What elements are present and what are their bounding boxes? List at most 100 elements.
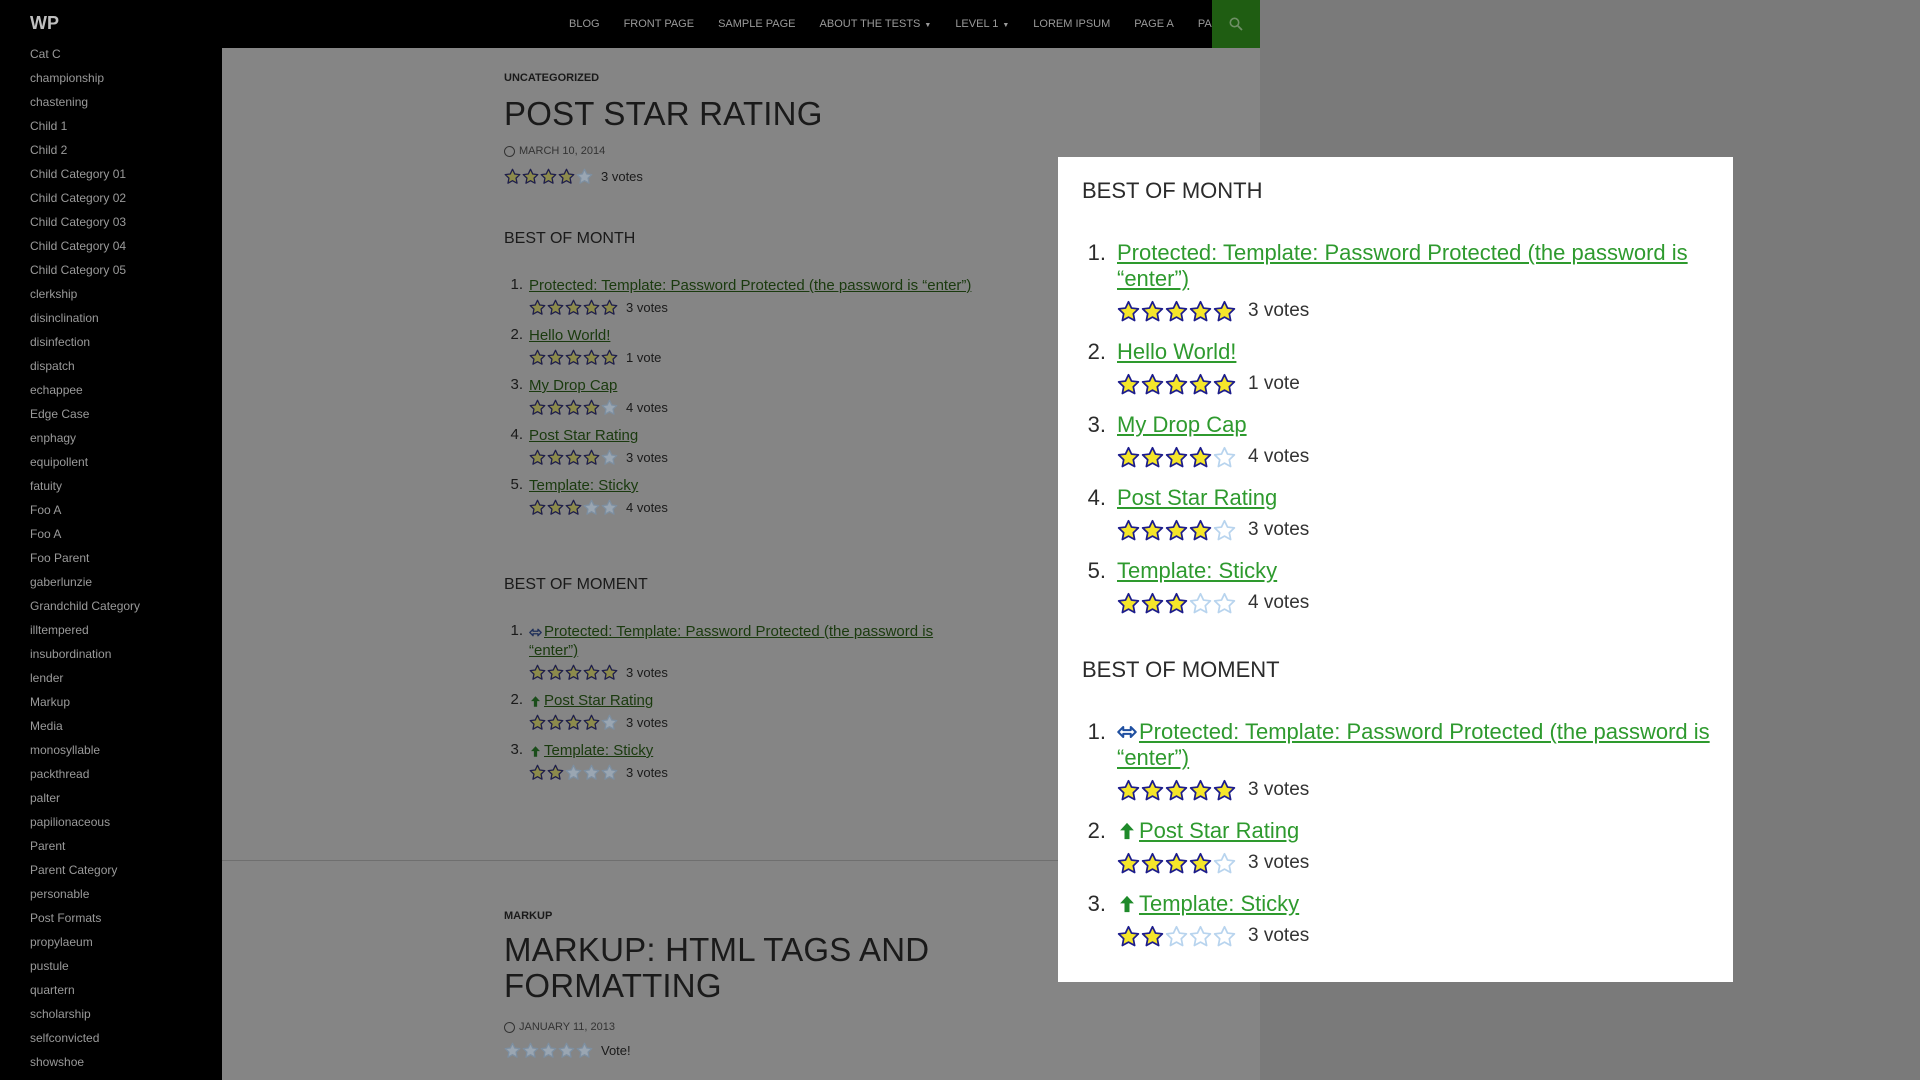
star-filled-icon[interactable] [1189, 373, 1212, 396]
star-filled-icon[interactable] [583, 349, 600, 366]
star-filled-icon[interactable] [1117, 446, 1140, 469]
entry2-date[interactable]: JANUARY 11, 2013 [504, 1021, 615, 1033]
star-empty-icon[interactable] [558, 1042, 575, 1059]
star-empty-icon[interactable] [601, 714, 618, 731]
sidebar-category-link[interactable]: disinfection [30, 336, 222, 360]
rating-stars[interactable] [1117, 300, 1236, 323]
post-title-link[interactable]: Protected: Template: Password Protected … [529, 623, 933, 659]
star-filled-icon[interactable] [1141, 519, 1164, 542]
star-filled-icon[interactable] [565, 299, 582, 316]
star-filled-icon[interactable] [1141, 779, 1164, 802]
star-filled-icon[interactable] [529, 399, 546, 416]
sidebar-category-link[interactable]: Edge Case [30, 408, 222, 432]
star-filled-icon[interactable] [1117, 852, 1140, 875]
sidebar-category-link[interactable]: equipollent [30, 456, 222, 480]
rating-stars[interactable] [1117, 519, 1236, 542]
star-filled-icon[interactable] [601, 664, 618, 681]
star-filled-icon[interactable] [1141, 592, 1164, 615]
star-filled-icon[interactable] [547, 499, 564, 516]
star-filled-icon[interactable] [540, 168, 557, 185]
post-title-link[interactable]: My Drop Cap [529, 377, 617, 394]
star-filled-icon[interactable] [529, 499, 546, 516]
sidebar-category-link[interactable]: dispatch [30, 360, 222, 384]
sidebar-category-link[interactable]: Parent [30, 840, 222, 864]
rating-stars[interactable] [529, 764, 618, 781]
post-title-link[interactable]: Protected: Template: Password Protected … [1117, 719, 1710, 770]
star-empty-icon[interactable] [601, 499, 618, 516]
star-filled-icon[interactable] [547, 664, 564, 681]
star-filled-icon[interactable] [601, 299, 618, 316]
star-filled-icon[interactable] [1117, 592, 1140, 615]
entry-title[interactable]: POST STAR RATING [504, 96, 823, 132]
star-filled-icon[interactable] [583, 299, 600, 316]
star-empty-icon[interactable] [1213, 925, 1236, 948]
star-empty-icon[interactable] [1213, 446, 1236, 469]
sidebar-category-link[interactable]: packthread [30, 768, 222, 792]
sidebar-category-link[interactable]: illtempered [30, 624, 222, 648]
sidebar-category-link[interactable]: monosyllable [30, 744, 222, 768]
star-filled-icon[interactable] [1117, 779, 1140, 802]
sidebar-category-link[interactable]: fatuity [30, 480, 222, 504]
rating-stars[interactable] [529, 399, 618, 416]
sidebar-category-link[interactable]: Child Category 04 [30, 240, 222, 264]
rating-stars[interactable] [529, 449, 618, 466]
sidebar-category-link[interactable]: pustule [30, 960, 222, 984]
sidebar-category-link[interactable]: Child Category 05 [30, 264, 222, 288]
star-filled-icon[interactable] [1117, 925, 1140, 948]
star-filled-icon[interactable] [1165, 779, 1188, 802]
entry-category-link[interactable]: UNCATEGORIZED [504, 72, 599, 84]
star-filled-icon[interactable] [1189, 300, 1212, 323]
star-filled-icon[interactable] [522, 168, 539, 185]
star-filled-icon[interactable] [1213, 373, 1236, 396]
entry-date[interactable]: MARCH 10, 2014 [504, 145, 605, 157]
nav-item-about-the-tests[interactable]: ABOUT THE TESTS ▼ [808, 18, 944, 30]
sidebar-category-link[interactable]: Child Category 03 [30, 216, 222, 240]
nav-item-front-page[interactable]: FRONT PAGE [612, 18, 707, 30]
star-filled-icon[interactable] [1141, 446, 1164, 469]
star-empty-icon[interactable] [583, 499, 600, 516]
star-empty-icon[interactable] [522, 1042, 539, 1059]
star-filled-icon[interactable] [1117, 300, 1140, 323]
nav-item-level-1[interactable]: LEVEL 1 ▼ [943, 18, 1021, 30]
star-empty-icon[interactable] [540, 1042, 557, 1059]
sidebar-category-link[interactable]: gaberlunzie [30, 576, 222, 600]
star-filled-icon[interactable] [1213, 779, 1236, 802]
nav-item-lorem-ipsum[interactable]: LOREM IPSUM [1021, 18, 1122, 30]
star-filled-icon[interactable] [1189, 852, 1212, 875]
site-title[interactable]: WP [30, 13, 59, 34]
star-empty-icon[interactable] [1213, 852, 1236, 875]
star-filled-icon[interactable] [1189, 779, 1212, 802]
entry2-category-link[interactable]: MARKUP [504, 910, 552, 922]
sidebar-category-link[interactable]: insubordination [30, 648, 222, 672]
sidebar-category-link[interactable]: clerkship [30, 288, 222, 312]
rating-stars[interactable] [529, 349, 618, 366]
sidebar-category-link[interactable]: selfconvicted [30, 1032, 222, 1056]
star-filled-icon[interactable] [1165, 592, 1188, 615]
rating-stars[interactable] [1117, 373, 1236, 396]
star-filled-icon[interactable] [583, 664, 600, 681]
sidebar-category-link[interactable]: Parent Category [30, 864, 222, 888]
star-filled-icon[interactable] [529, 764, 546, 781]
nav-item-page-a[interactable]: PAGE A [1122, 18, 1186, 30]
star-filled-icon[interactable] [529, 449, 546, 466]
rating-stars[interactable] [529, 499, 618, 516]
sidebar-category-link[interactable]: scholarship [30, 1008, 222, 1032]
sidebar-category-link[interactable]: propylaeum [30, 936, 222, 960]
star-empty-icon[interactable] [1165, 925, 1188, 948]
star-filled-icon[interactable] [1213, 300, 1236, 323]
star-empty-icon[interactable] [601, 764, 618, 781]
star-filled-icon[interactable] [1165, 300, 1188, 323]
post-title-link[interactable]: Protected: Template: Password Protected … [529, 277, 971, 294]
star-empty-icon[interactable] [576, 168, 593, 185]
sidebar-category-link[interactable]: Child 2 [30, 144, 222, 168]
star-filled-icon[interactable] [565, 664, 582, 681]
sidebar-category-link[interactable]: personable [30, 888, 222, 912]
sidebar-category-link[interactable]: Foo A [30, 504, 222, 528]
star-filled-icon[interactable] [601, 349, 618, 366]
star-filled-icon[interactable] [565, 714, 582, 731]
entry-rating[interactable]: 3 votes [504, 168, 643, 185]
rating-stars[interactable] [1117, 592, 1236, 615]
sidebar-category-link[interactable]: lender [30, 672, 222, 696]
sidebar-category-link[interactable]: Media [30, 720, 222, 744]
nav-item-blog[interactable]: BLOG [557, 18, 612, 30]
